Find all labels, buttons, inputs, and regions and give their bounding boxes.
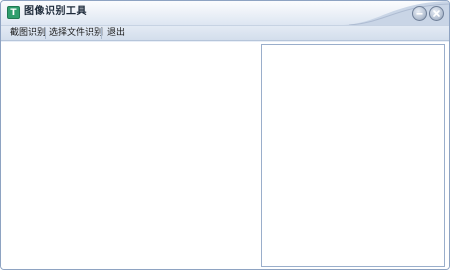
- menu-separator: [45, 28, 46, 39]
- menu-item-exit[interactable]: 退出: [106, 27, 126, 40]
- close-button[interactable]: [429, 6, 444, 21]
- title-bar[interactable]: T 图像识别工具: [1, 1, 449, 25]
- minimize-icon: [416, 13, 423, 15]
- minimize-button[interactable]: [412, 6, 427, 21]
- main-content: [1, 42, 449, 269]
- app-icon: T: [7, 6, 20, 19]
- menu-bar: 截图识别 选择文件识别 退出: [1, 25, 449, 41]
- menu-separator: [101, 28, 102, 39]
- recognition-result-pane[interactable]: [261, 44, 445, 267]
- window-title: 图像识别工具: [24, 6, 87, 17]
- close-icon: [433, 10, 440, 17]
- app-window: T 图像识别工具 截图识别 选择文件识别 退出: [0, 0, 450, 270]
- menu-item-screenshot-recognize[interactable]: 截图识别: [9, 27, 47, 40]
- image-preview-pane[interactable]: [6, 44, 258, 267]
- menu-item-select-file-recognize[interactable]: 选择文件识别: [48, 27, 104, 40]
